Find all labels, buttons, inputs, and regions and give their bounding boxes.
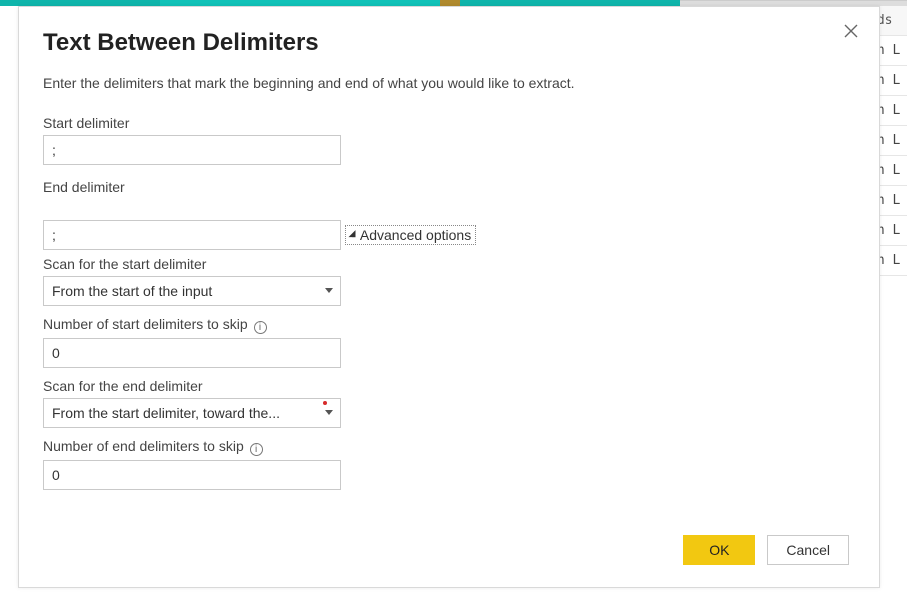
dialog-buttons: OK Cancel	[683, 535, 849, 565]
advanced-options-toggle[interactable]: Advanced options	[345, 225, 476, 245]
scan-end-select-value[interactable]: From the start delimiter, toward the...	[43, 398, 341, 428]
scan-start-select[interactable]: From the start of the input	[43, 276, 341, 306]
scan-start-select-value[interactable]: From the start of the input	[43, 276, 341, 306]
close-icon	[843, 23, 859, 39]
expand-caret-icon	[348, 230, 355, 237]
scan-end-select[interactable]: From the start delimiter, toward the...	[43, 398, 341, 428]
info-icon[interactable]: i	[250, 443, 263, 456]
end-delimiter-input[interactable]	[43, 220, 341, 250]
advanced-options-label: Advanced options	[360, 227, 471, 243]
cancel-button[interactable]: Cancel	[767, 535, 849, 565]
end-delimiter-label: End delimiter	[43, 179, 849, 195]
scan-start-label: Scan for the start delimiter	[43, 256, 849, 272]
start-delimiter-label: Start delimiter	[43, 115, 849, 131]
dialog-description: Enter the delimiters that mark the begin…	[43, 75, 849, 91]
start-skip-input[interactable]	[43, 338, 341, 368]
start-skip-label-text: Number of start delimiters to skip	[43, 316, 248, 332]
end-skip-label-text: Number of end delimiters to skip	[43, 438, 244, 454]
info-icon[interactable]: i	[254, 321, 267, 334]
start-delimiter-input[interactable]	[43, 135, 341, 165]
text-between-delimiters-dialog: Text Between Delimiters Enter the delimi…	[18, 6, 880, 588]
scan-end-label: Scan for the end delimiter	[43, 378, 849, 394]
start-skip-label: Number of start delimiters to skip i	[43, 316, 849, 334]
end-skip-label: Number of end delimiters to skip i	[43, 438, 849, 456]
ok-button[interactable]: OK	[683, 535, 755, 565]
close-button[interactable]	[843, 23, 863, 43]
modified-indicator-icon	[323, 401, 327, 405]
dialog-title: Text Between Delimiters	[43, 29, 849, 57]
end-skip-input[interactable]	[43, 460, 341, 490]
